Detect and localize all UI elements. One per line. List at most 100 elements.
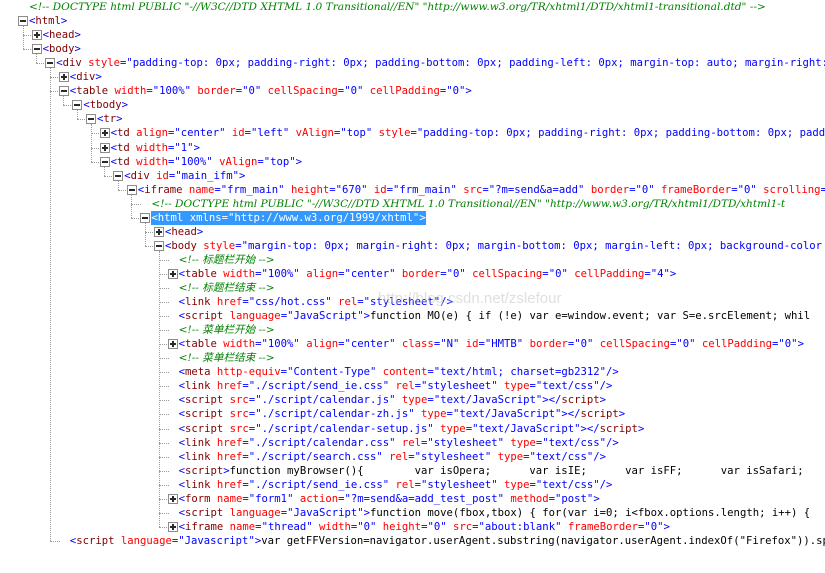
- node-label[interactable]: <head>: [165, 225, 203, 239]
- tree-node-row[interactable]: <div style="padding-top: 0px; padding-ri…: [0, 56, 825, 70]
- expand-icon[interactable]: [154, 226, 164, 237]
- node-label[interactable]: <script src="./script/calendar-setup.js"…: [179, 422, 645, 436]
- tree-node-row[interactable]: <!-- 标题栏开始 -->: [0, 253, 825, 267]
- tree-node-row[interactable]: <td width="1">: [0, 141, 825, 155]
- collapse-icon[interactable]: [126, 184, 137, 195]
- node-label[interactable]: <div id="main_ifm">: [124, 169, 245, 183]
- tree-node-row[interactable]: <tr>: [0, 112, 825, 126]
- node-label[interactable]: <link href="./script/send_ie.css" rel="s…: [179, 478, 613, 492]
- node-label[interactable]: <link href="./script/calendar.css" rel="…: [179, 436, 619, 450]
- tree-node-row[interactable]: <!-- DOCTYPE html PUBLIC "-//W3C//DTD XH…: [0, 0, 825, 14]
- expand-icon[interactable]: [99, 128, 110, 139]
- node-label[interactable]: <script src="./script/calendar.js" type=…: [179, 393, 606, 407]
- tree-node-row[interactable]: <script language="JavaScript">function m…: [0, 506, 825, 520]
- tree-node-row[interactable]: <tbody>: [0, 98, 825, 112]
- node-label[interactable]: <!-- DOCTYPE html PUBLIC "-//W3C//DTD XH…: [151, 197, 785, 211]
- node-label[interactable]: <!-- 标题栏结束 -->: [179, 281, 275, 295]
- expand-icon[interactable]: [58, 72, 69, 83]
- tree-node-row[interactable]: <script src="./script/calendar-zh.js" ty…: [0, 407, 825, 421]
- node-label[interactable]: <link href="./script/send_ie.css" rel="s…: [179, 379, 613, 393]
- tree-node-row[interactable]: <div>: [0, 70, 825, 84]
- node-label[interactable]: <table width="100%" align="center" borde…: [179, 267, 677, 281]
- tree-connector-line: [158, 288, 169, 289]
- tree-node-row[interactable]: <iframe name="frm_main" height="670" id=…: [0, 183, 825, 197]
- expand-icon[interactable]: [99, 142, 110, 153]
- node-label[interactable]: <html>: [29, 14, 67, 28]
- tree-node-row[interactable]: <form name="form1" action="?m=send&a=add…: [0, 492, 825, 506]
- node-label[interactable]: <form name="form1" action="?m=send&a=add…: [179, 492, 600, 506]
- tree-node-row[interactable]: <div id="main_ifm">: [0, 169, 825, 183]
- tree-node-row[interactable]: <table width="100%" border="0" cellSpaci…: [0, 84, 825, 98]
- node-label[interactable]: <!-- 菜单栏结束 -->: [179, 351, 275, 365]
- tree-node-row[interactable]: <td align="center" id="left" vAlign="top…: [0, 126, 825, 140]
- tree-node-row[interactable]: <link href="./script/send_ie.css" rel="s…: [0, 478, 825, 492]
- node-label[interactable]: <td align="center" id="left" vAlign="top…: [111, 126, 825, 140]
- node-label[interactable]: <table width="100%" align="center" class…: [179, 337, 804, 351]
- tree-node-row[interactable]: <link href="./script/search.css" rel="st…: [0, 450, 825, 464]
- collapse-icon[interactable]: [18, 16, 28, 27]
- collapse-icon[interactable]: [140, 212, 151, 223]
- node-label[interactable]: <body>: [43, 42, 81, 56]
- tree-node-row[interactable]: <script>function myBrowser(){ var isOper…: [0, 464, 825, 478]
- tree-node-row[interactable]: <td width="100%" vAlign="top">: [0, 155, 825, 169]
- tree-node-row[interactable]: <!-- 菜单栏结束 -->: [0, 351, 825, 365]
- code-token: >: [593, 492, 600, 505]
- node-label[interactable]: <script language="JavaScript">function m…: [179, 506, 811, 520]
- collapse-icon[interactable]: [45, 58, 56, 69]
- node-label[interactable]: <tbody>: [83, 98, 128, 112]
- node-label[interactable]: <!-- DOCTYPE html PUBLIC "-//W3C//DTD XH…: [29, 0, 766, 14]
- node-label[interactable]: <tr>: [97, 112, 123, 126]
- tree-node-row[interactable]: <script src="./script/calendar-setup.js"…: [0, 422, 825, 436]
- tree-node-row[interactable]: <script src="./script/calendar.js" type=…: [0, 393, 825, 407]
- node-label[interactable]: <div style="padding-top: 0px; padding-ri…: [56, 56, 825, 70]
- expand-icon[interactable]: [167, 493, 178, 504]
- tree-node-row[interactable]: <head>: [0, 225, 825, 239]
- node-label[interactable]: <body style="margin-top: 0px; margin-rig…: [165, 239, 822, 253]
- tree-node-row[interactable]: <iframe name="thread" width="0" height="…: [0, 520, 825, 534]
- tree-node-row[interactable]: <script language="Javascript">var getFFV…: [0, 534, 825, 548]
- expand-icon[interactable]: [31, 30, 42, 41]
- tree-node-row[interactable]: <html xmlns="http://www.w3.org/1999/xhtm…: [0, 210, 825, 225]
- node-label[interactable]: <!-- 菜单栏开始 -->: [179, 323, 275, 337]
- node-label[interactable]: <iframe name="frm_main" height="670" id=…: [138, 183, 825, 197]
- tree-node-row[interactable]: <link href="./script/send_ie.css" rel="s…: [0, 379, 825, 393]
- collapse-icon[interactable]: [31, 44, 42, 55]
- node-label[interactable]: <!-- 标题栏开始 -->: [179, 253, 275, 267]
- collapse-icon[interactable]: [86, 114, 96, 125]
- node-label[interactable]: <td width="1">: [111, 141, 200, 155]
- collapse-icon[interactable]: [113, 170, 124, 181]
- tree-node-row[interactable]: <script language="JavaScript">function M…: [0, 309, 825, 323]
- expand-icon[interactable]: [167, 268, 178, 279]
- tree-node-row[interactable]: <!-- 菜单栏开始 -->: [0, 323, 825, 337]
- collapse-icon[interactable]: [72, 100, 83, 111]
- node-label[interactable]: <iframe name="thread" width="0" height="…: [179, 520, 670, 534]
- selected-node-label[interactable]: <html xmlns="http://www.w3.org/1999/xhtm…: [151, 210, 426, 225]
- tree-node-row[interactable]: <head>: [0, 28, 825, 42]
- tree-node-row[interactable]: <meta http-equiv="Content-Type" content=…: [0, 365, 825, 379]
- collapse-icon[interactable]: [58, 86, 69, 97]
- node-label[interactable]: <script src="./script/calendar-zh.js" ty…: [179, 407, 626, 421]
- tree-node-row[interactable]: <!-- DOCTYPE html PUBLIC "-//W3C//DTD XH…: [0, 197, 825, 211]
- node-label[interactable]: <script>function myBrowser(){ var isOper…: [179, 464, 804, 478]
- tree-node-row[interactable]: <link href="./script/calendar.css" rel="…: [0, 436, 825, 450]
- collapse-icon[interactable]: [99, 156, 110, 167]
- tree-node-row[interactable]: <body>: [0, 42, 825, 56]
- node-label[interactable]: <link href="./script/search.css" rel="st…: [179, 450, 606, 464]
- node-label[interactable]: <head>: [43, 28, 81, 42]
- code-token: frameBorder: [567, 520, 639, 533]
- code-token: cellPadding: [369, 85, 440, 98]
- code-token: >: [74, 29, 81, 42]
- collapse-icon[interactable]: [154, 240, 164, 251]
- node-label[interactable]: <table width="100%" border="0" cellSpaci…: [70, 84, 472, 98]
- tree-node-row[interactable]: <table width="100%" align="center" borde…: [0, 267, 825, 281]
- expand-icon[interactable]: [167, 521, 178, 532]
- node-label[interactable]: <script language="Javascript">var getFFV…: [70, 534, 825, 548]
- node-label[interactable]: <script language="JavaScript">function M…: [179, 309, 811, 323]
- tree-node-row[interactable]: <html>: [0, 14, 825, 28]
- node-label[interactable]: <div>: [70, 70, 102, 84]
- tree-node-row[interactable]: <table width="100%" align="center" class…: [0, 337, 825, 351]
- node-label[interactable]: <td width="100%" vAlign="top">: [111, 155, 302, 169]
- node-label[interactable]: <meta http-equiv="Content-Type" content=…: [179, 365, 619, 379]
- expand-icon[interactable]: [167, 339, 178, 350]
- tree-node-row[interactable]: <body style="margin-top: 0px; margin-rig…: [0, 239, 825, 253]
